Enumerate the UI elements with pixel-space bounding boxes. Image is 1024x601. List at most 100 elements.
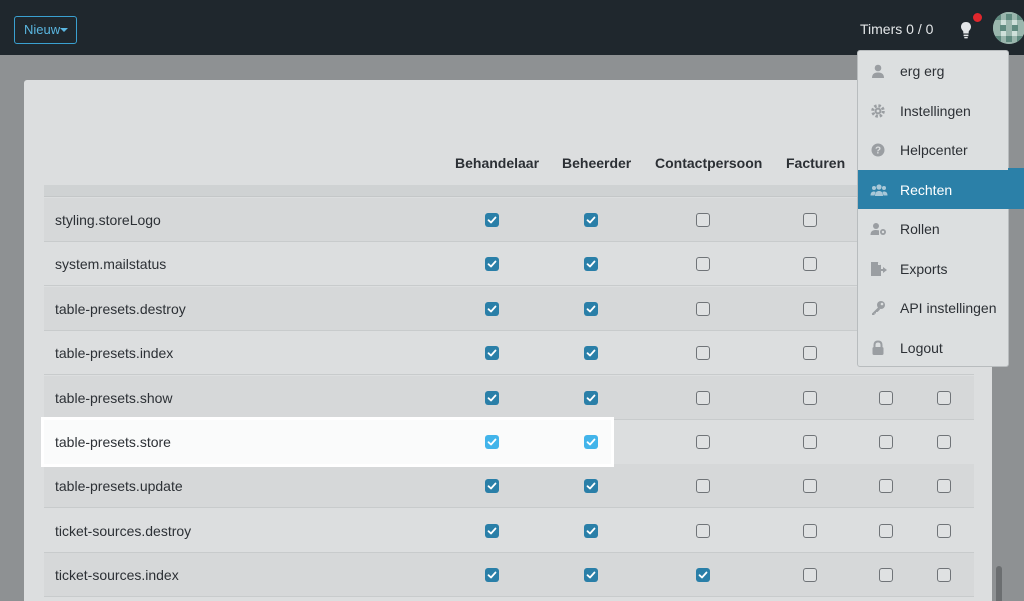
- permission-checkbox[interactable]: [485, 257, 499, 271]
- permission-checkbox[interactable]: [937, 524, 951, 538]
- menu-item-label: API instellingen: [900, 300, 997, 316]
- question-circle-icon: ?: [870, 142, 886, 158]
- users-icon: [870, 182, 888, 198]
- permission-checkbox[interactable]: [584, 302, 598, 316]
- lightbulb-icon[interactable]: [959, 20, 973, 40]
- table-header-divider: [44, 185, 974, 197]
- table-row: table-presets.index: [44, 331, 974, 375]
- permission-checkbox[interactable]: [696, 346, 710, 360]
- permission-checkbox[interactable]: [696, 391, 710, 405]
- table-row: table-presets.show: [44, 376, 974, 420]
- menu-item-rechten[interactable]: Rechten: [858, 170, 1024, 209]
- menu-item-exports[interactable]: Exports: [858, 249, 1024, 288]
- user-cog-icon: [870, 221, 886, 237]
- caret-down-icon: [60, 28, 68, 32]
- new-dropdown-button[interactable]: Nieuw: [14, 16, 77, 44]
- permission-checkbox[interactable]: [584, 435, 598, 449]
- avatar[interactable]: [993, 12, 1024, 44]
- svg-text:?: ?: [875, 146, 881, 157]
- permission-name: styling.storeLogo: [55, 212, 161, 228]
- lock-icon: [870, 340, 886, 356]
- gear-icon: [870, 103, 886, 119]
- permission-checkbox[interactable]: [879, 391, 893, 405]
- menu-item-rollen[interactable]: Rollen: [858, 209, 1024, 248]
- permission-checkbox[interactable]: [879, 524, 893, 538]
- permission-checkbox[interactable]: [937, 391, 951, 405]
- table-row: table-presets.destroy: [44, 287, 974, 331]
- permission-checkbox[interactable]: [879, 568, 893, 582]
- menu-item-label: Logout: [900, 340, 943, 356]
- permission-checkbox[interactable]: [696, 302, 710, 316]
- permission-checkbox[interactable]: [485, 435, 499, 449]
- permission-checkbox[interactable]: [879, 479, 893, 493]
- column-header-beheerder: Beheerder: [562, 155, 632, 171]
- notification-dot: [972, 12, 983, 23]
- permission-checkbox[interactable]: [696, 435, 710, 449]
- permission-checkbox[interactable]: [803, 302, 817, 316]
- top-navbar: Nieuw Timers 0 / 0: [0, 0, 1024, 55]
- permission-name: table-presets.store: [55, 434, 171, 450]
- table-row: ticket-sources.destroy: [44, 509, 974, 553]
- permission-checkbox[interactable]: [696, 524, 710, 538]
- menu-item-label: Exports: [900, 261, 948, 277]
- menu-item-label: Helpcenter: [900, 142, 968, 158]
- permission-checkbox[interactable]: [937, 568, 951, 582]
- permission-checkbox[interactable]: [485, 524, 499, 538]
- permission-checkbox[interactable]: [485, 479, 499, 493]
- permission-name: table-presets.show: [55, 390, 173, 406]
- permission-checkbox[interactable]: [485, 568, 499, 582]
- permission-checkbox[interactable]: [696, 568, 710, 582]
- permission-checkbox[interactable]: [696, 213, 710, 227]
- user-dropdown-menu: erg erg Instellingen? Helpcenter Rechten Rol…: [857, 50, 1024, 367]
- permission-checkbox[interactable]: [485, 302, 499, 316]
- column-header-contactpersoon: Contactpersoon: [655, 155, 763, 171]
- permission-name: table-presets.index: [55, 345, 174, 361]
- permission-checkbox[interactable]: [803, 568, 817, 582]
- permission-checkbox[interactable]: [937, 479, 951, 493]
- permission-checkbox[interactable]: [485, 391, 499, 405]
- permission-checkbox[interactable]: [584, 524, 598, 538]
- permission-checkbox[interactable]: [696, 479, 710, 493]
- menu-item-instellingen[interactable]: Instellingen: [858, 91, 1024, 130]
- permission-checkbox[interactable]: [584, 346, 598, 360]
- permission-checkbox[interactable]: [584, 391, 598, 405]
- permission-checkbox[interactable]: [803, 479, 817, 493]
- permission-checkbox[interactable]: [584, 257, 598, 271]
- permission-checkbox[interactable]: [803, 213, 817, 227]
- permission-checkbox[interactable]: [803, 524, 817, 538]
- permission-checkbox[interactable]: [696, 257, 710, 271]
- permission-checkbox[interactable]: [803, 257, 817, 271]
- menu-item-api-instellingen[interactable]: API instellingen: [858, 288, 1024, 327]
- table-row: styling.storeLogo: [44, 198, 974, 242]
- permission-name: table-presets.update: [55, 478, 183, 494]
- menu-item-logout[interactable]: Logout: [858, 328, 1024, 367]
- permission-checkbox[interactable]: [803, 346, 817, 360]
- permission-name: system.mailstatus: [55, 256, 167, 272]
- timers-status[interactable]: Timers 0 / 0: [860, 21, 933, 37]
- new-button-label: Nieuw: [24, 22, 61, 37]
- table-row: table-presets.update: [44, 464, 974, 508]
- menu-item-label: erg erg: [900, 63, 945, 79]
- menu-item-erg-erg[interactable]: erg erg: [858, 51, 1024, 90]
- permission-checkbox[interactable]: [584, 479, 598, 493]
- table-row: table-presets.store: [44, 420, 611, 464]
- column-header-behandelaar: Behandelaar: [455, 155, 540, 171]
- permission-checkbox[interactable]: [803, 391, 817, 405]
- scrollbar-thumb[interactable]: [996, 566, 1002, 601]
- permission-checkbox[interactable]: [485, 346, 499, 360]
- permission-name: ticket-sources.index: [55, 567, 179, 583]
- table-row: ticket-sources.index: [44, 553, 974, 597]
- permission-checkbox[interactable]: [937, 435, 951, 449]
- menu-item-label: Instellingen: [900, 103, 971, 119]
- menu-active-highlight: [1008, 168, 1024, 207]
- user-icon: [870, 63, 886, 79]
- permission-checkbox[interactable]: [879, 435, 893, 449]
- permission-checkbox[interactable]: [584, 213, 598, 227]
- menu-item-helpcenter[interactable]: ? Helpcenter: [858, 130, 1024, 169]
- permission-name: table-presets.destroy: [55, 301, 186, 317]
- menu-item-label: Rechten: [900, 182, 953, 198]
- permission-checkbox[interactable]: [485, 213, 499, 227]
- permission-checkbox[interactable]: [803, 435, 817, 449]
- permission-checkbox[interactable]: [584, 568, 598, 582]
- key-icon: [870, 300, 886, 316]
